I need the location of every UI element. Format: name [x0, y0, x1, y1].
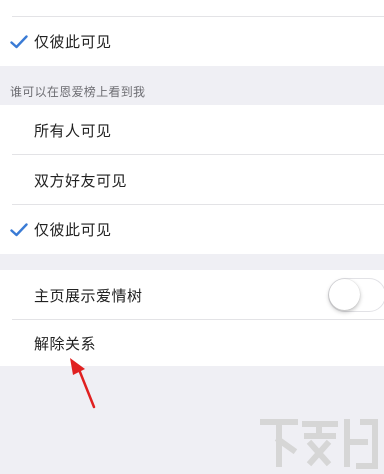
- option-label: 所有人可见: [34, 121, 112, 140]
- option-mutual-friends[interactable]: 双方好友可见: [0, 155, 384, 205]
- show-love-tree-row: 主页展示爱情树: [0, 270, 384, 320]
- xiazaiba-logo: [260, 419, 378, 469]
- checkmark-icon: [10, 34, 28, 48]
- option-everyone[interactable]: 所有人可见: [0, 105, 384, 155]
- red-arrow-icon: [70, 358, 96, 409]
- unbind-relationship-button[interactable]: 解除关系: [0, 320, 384, 366]
- option-label: 仅彼此可见: [34, 221, 112, 239]
- top-spacer: [0, 0, 384, 17]
- relationship-settings-group: 主页展示爱情树 解除关系: [0, 270, 384, 366]
- top-visibility-group: 仅彼此可见: [0, 0, 384, 66]
- wishlist-visibility-group: 所有人可见 双方好友可见 仅彼此可见: [0, 105, 384, 254]
- option-label: 双方好友可见: [34, 171, 128, 190]
- unbind-relationship-label: 解除关系: [34, 334, 97, 353]
- option-label: 仅彼此可见: [34, 33, 112, 51]
- option-mutual-only[interactable]: 仅彼此可见: [0, 205, 384, 254]
- checkmark-icon: [10, 222, 28, 236]
- show-love-tree-toggle[interactable]: [328, 278, 384, 312]
- section-header-wishlist: 谁可以在恩爱榜上看到我: [10, 85, 146, 99]
- toggle-knob: [329, 279, 360, 310]
- option-mutual-only-top[interactable]: 仅彼此可见: [0, 17, 384, 66]
- show-love-tree-label: 主页展示爱情树: [34, 286, 143, 305]
